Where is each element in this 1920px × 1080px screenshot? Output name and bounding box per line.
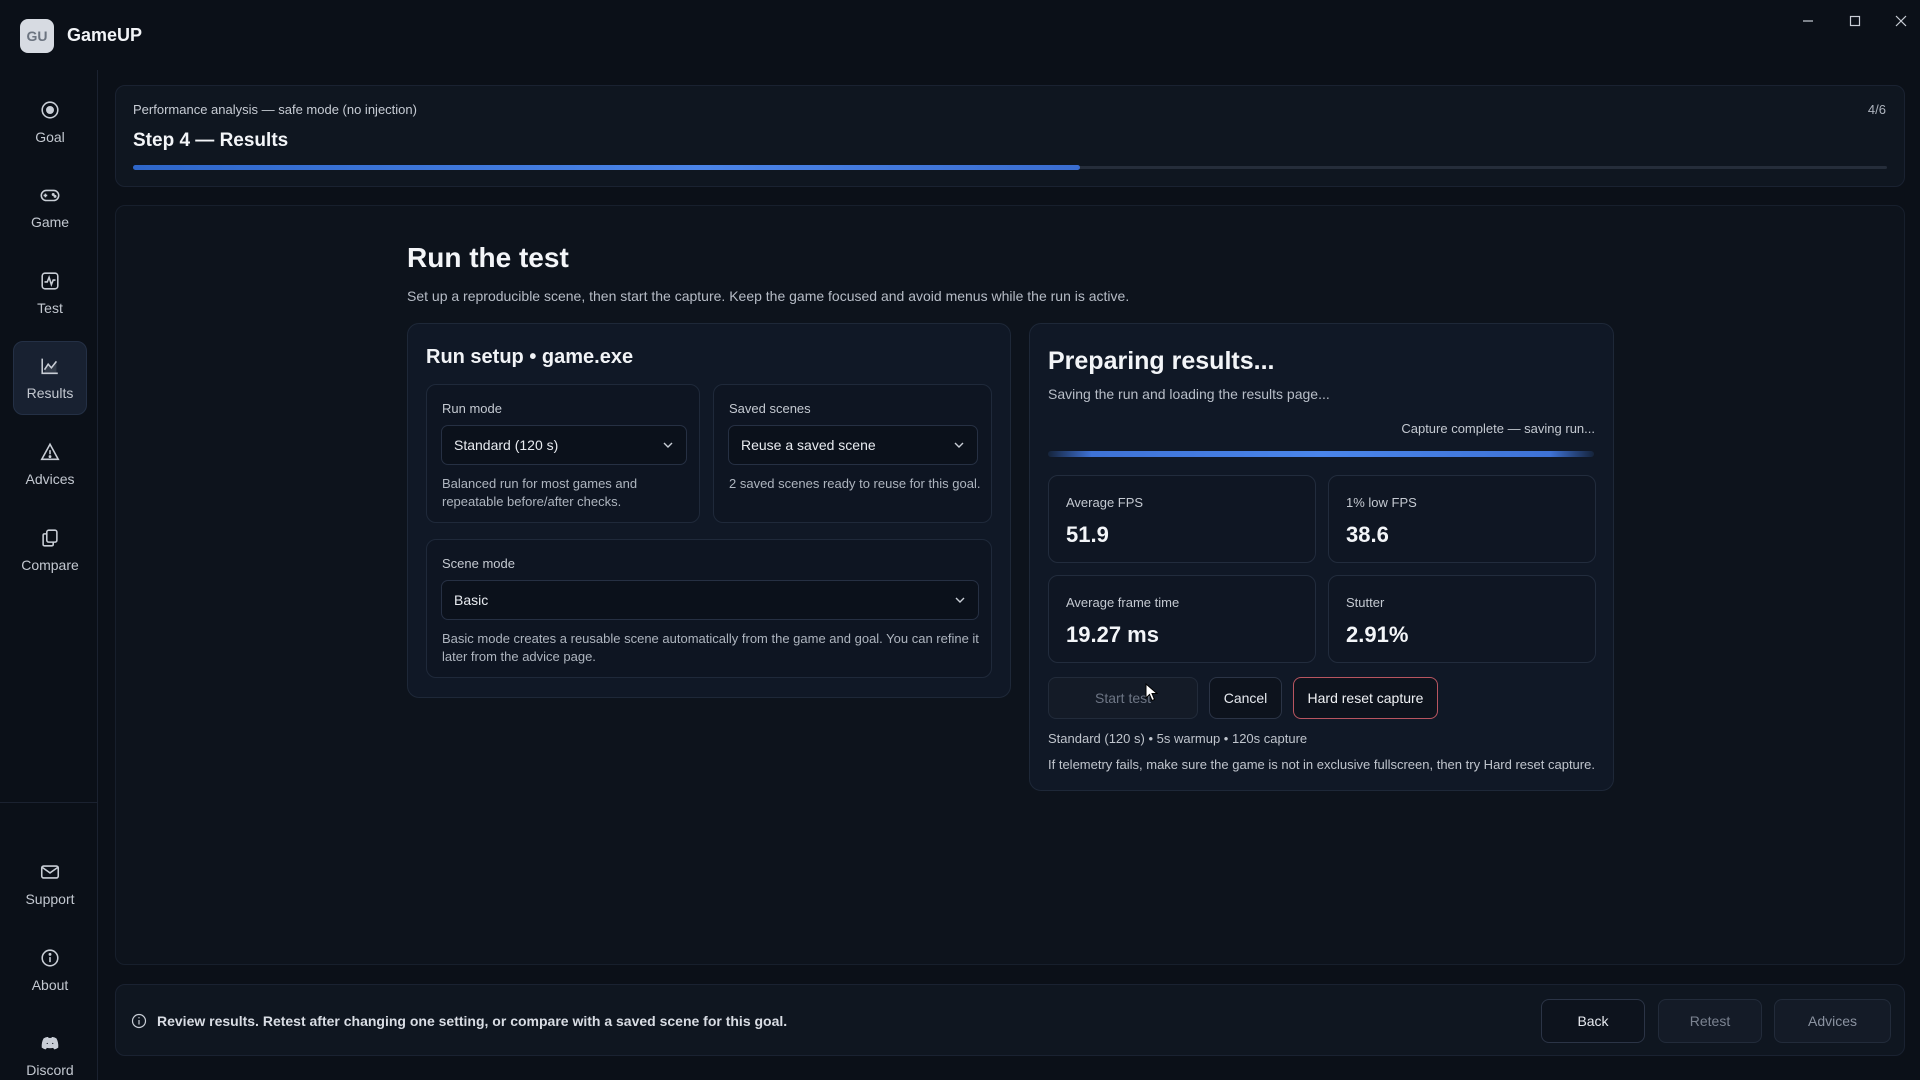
chevron-down-icon (954, 442, 964, 448)
metric-label: Average frame time (1066, 595, 1180, 610)
sidebar-item-test[interactable]: Test (13, 256, 87, 330)
sidebar-item-about[interactable]: About (13, 933, 87, 1007)
page-title: Step 4 — Results (133, 130, 289, 151)
info-icon (41, 949, 59, 967)
wizard-progress-fill (133, 165, 1081, 170)
sidebar-item-label: Discord (26, 1062, 74, 1078)
title-bar: GU GameUP (0, 0, 1920, 70)
scene-mode-card: Scene mode Basic Basic mode creates a re… (426, 539, 992, 678)
metric-value: 38.6 (1346, 522, 1389, 547)
sidebar-item-label: Test (37, 300, 63, 316)
target-icon (41, 101, 59, 119)
wizard-progress-bar (133, 165, 1887, 170)
gamepad-icon (40, 189, 60, 202)
close-button[interactable] (1881, 8, 1920, 34)
helper-line: repeatable before/after checks. (442, 494, 622, 509)
saved-scenes-card: Saved scenes Reuse a saved scene 2 saved… (713, 384, 992, 523)
capture-progress-bar (1048, 451, 1594, 457)
minimize-button[interactable] (1788, 8, 1828, 34)
run-mode-helper: Balanced run for most games and repeatab… (442, 475, 637, 511)
sidebar-item-label: Goal (35, 129, 65, 145)
results-description: Saving the run and loading the results p… (1048, 386, 1330, 402)
chart-icon (41, 358, 58, 375)
chevron-down-icon (663, 442, 673, 448)
metric-average-fps: Average FPS 51.9 (1048, 475, 1316, 563)
app-title: GameUP (67, 25, 143, 45)
metric-1-percent-low-fps: 1% low FPS 38.6 (1328, 475, 1596, 563)
header-subtitle: Performance analysis — safe mode (no inj… (133, 102, 417, 117)
run-mode-value: Standard (120 s) (454, 437, 559, 453)
sidebar-item-label: Game (30, 214, 70, 230)
sidebar-item-game[interactable]: Game (13, 170, 87, 244)
sidebar-item-label: About (31, 977, 69, 993)
capture-status: Capture complete — saving run... (1401, 421, 1595, 436)
saved-scenes-select[interactable]: Reuse a saved scene (728, 425, 978, 465)
scene-mode-label: Scene mode (442, 556, 515, 571)
back-button[interactable]: Back (1541, 999, 1645, 1043)
metric-value: 2.91% (1346, 622, 1409, 647)
helper-line: Balanced run for most games and (442, 476, 638, 491)
metric-stutter: Stutter 2.91% (1328, 575, 1596, 663)
metric-value: 51.9 (1066, 522, 1109, 547)
advices-button[interactable]: Advices (1774, 999, 1891, 1043)
mouse-cursor-icon (1145, 683, 1159, 702)
step-counter: 4/6 (1867, 102, 1886, 117)
metric-label: Average FPS (1066, 495, 1144, 510)
hard-reset-capture-button[interactable]: Hard reset capture (1293, 677, 1438, 719)
wizard-header: Performance analysis — safe mode (no inj… (115, 85, 1905, 187)
sidebar-item-compare[interactable]: Compare (13, 513, 87, 587)
maximize-icon (1849, 15, 1861, 27)
metric-label: 1% low FPS (1346, 495, 1417, 510)
sidebar-item-label: Results (26, 385, 74, 401)
maximize-button[interactable] (1835, 8, 1875, 34)
warning-icon (40, 442, 60, 461)
metric-value: 19.27 ms (1066, 622, 1159, 647)
sidebar-item-support[interactable]: Support (13, 847, 87, 921)
footer-message: Review results. Retest after changing on… (157, 1013, 788, 1029)
sidebar: Goal Game Test Results Advices Compare S… (0, 70, 98, 1080)
copy-icon (42, 529, 58, 547)
saved-scenes-label: Saved scenes (729, 401, 811, 416)
scene-mode-value: Basic (454, 592, 489, 608)
run-mode-label: Run mode (442, 401, 502, 416)
cancel-button[interactable]: Cancel (1209, 677, 1282, 719)
telemetry-hint: If telemetry fails, make sure the game i… (1048, 757, 1595, 772)
sidebar-item-discord[interactable]: Discord (13, 1018, 87, 1080)
saved-scenes-value: Reuse a saved scene (741, 437, 876, 453)
capture-progress-fill (1048, 451, 1594, 457)
metric-average-frame-time: Average frame time 19.27 ms (1048, 575, 1316, 663)
metric-label: Stutter (1346, 595, 1385, 610)
sidebar-item-label: Advices (25, 471, 75, 487)
sidebar-item-goal[interactable]: Goal (13, 85, 87, 159)
discord-icon (41, 1036, 59, 1050)
saved-scenes-helper: 2 saved scenes ready to reuse for this g… (729, 476, 981, 491)
sidebar-item-advices[interactable]: Advices (13, 427, 87, 501)
close-icon (1895, 15, 1907, 27)
helper-line: later from the advice page. (442, 649, 596, 664)
scene-mode-select[interactable]: Basic (441, 580, 979, 620)
activity-icon (41, 272, 59, 290)
mail-icon (40, 865, 60, 879)
results-title: Preparing results... (1048, 347, 1275, 375)
sidebar-item-results[interactable]: Results (13, 341, 87, 415)
run-mode-card: Run mode Standard (120 s) Balanced run f… (426, 384, 700, 523)
run-summary: Standard (120 s) • 5s warmup • 120s capt… (1048, 731, 1308, 746)
section-title: Run the test (407, 242, 569, 273)
scene-mode-helper: Basic mode creates a reusable scene auto… (442, 630, 979, 666)
info-icon (131, 1013, 147, 1029)
run-mode-select[interactable]: Standard (120 s) (441, 425, 687, 465)
minimize-icon (1803, 20, 1813, 22)
sidebar-item-label: Support (25, 891, 75, 907)
helper-line: Basic mode creates a reusable scene auto… (442, 631, 979, 646)
start-test-button[interactable]: Start test (1048, 677, 1198, 719)
app-logo: GU (20, 19, 54, 53)
section-description: Set up a reproducible scene, then start … (407, 288, 1130, 304)
chevron-down-icon (955, 597, 965, 603)
sidebar-item-label: Compare (21, 557, 79, 573)
run-setup-title: Run setup • game.exe (426, 346, 634, 368)
retest-button[interactable]: Retest (1658, 999, 1762, 1043)
sidebar-divider (0, 802, 98, 803)
